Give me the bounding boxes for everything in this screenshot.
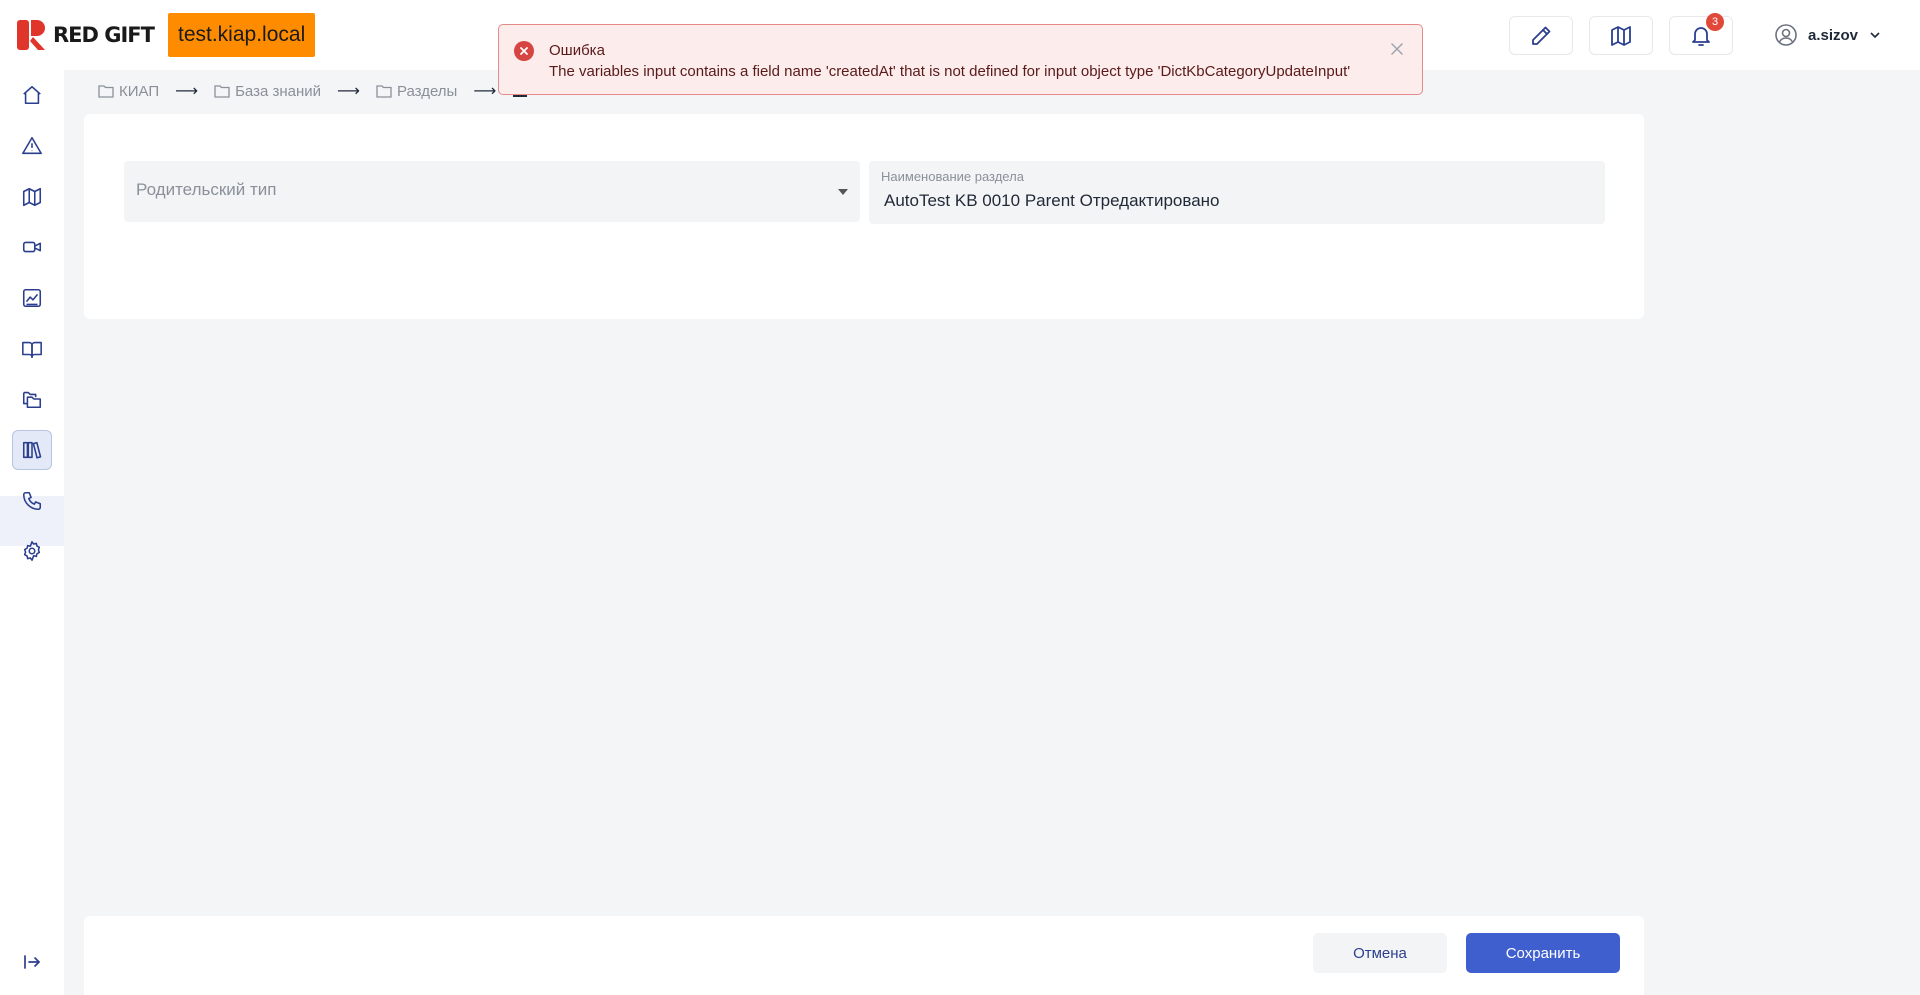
expand-sidebar-button[interactable] <box>12 942 52 982</box>
breadcrumb-item-knowledge-base[interactable]: База знаний <box>214 83 321 100</box>
breadcrumb-label: База знаний <box>235 82 322 100</box>
sidebar-item-incidents[interactable] <box>12 126 52 166</box>
breadcrumb-item-kiap[interactable]: КИАП <box>98 83 159 100</box>
sidebar-item-knowledge[interactable] <box>12 329 52 369</box>
sidebar-item-documents[interactable] <box>12 379 52 419</box>
chevron-down-icon <box>1870 32 1880 39</box>
error-icon <box>514 41 534 61</box>
breadcrumb-item-sections[interactable]: Разделы <box>376 83 457 100</box>
notifications-button[interactable]: 3 <box>1669 13 1733 55</box>
breadcrumb-arrow-icon: ⟶ <box>473 83 497 100</box>
toast-title: Ошибка <box>549 42 605 59</box>
edit-button[interactable] <box>1509 16 1573 55</box>
sidebar-item-map[interactable] <box>12 177 52 217</box>
breadcrumb-label: Разделы <box>396 82 458 100</box>
breadcrumb-arrow-icon: ⟶ <box>337 83 360 100</box>
breadcrumb: КИАП ⟶ База знаний ⟶ Разделы ⟶ <box>98 82 528 100</box>
breadcrumb-arrow-icon: ⟶ <box>175 83 199 100</box>
caret-down-icon <box>838 189 848 195</box>
video-icon <box>22 241 42 253</box>
logo[interactable]: RED GIFT <box>17 20 155 50</box>
home-icon <box>23 85 41 105</box>
parent-type-placeholder: Родительский тип <box>136 180 277 199</box>
sidebar-item-phone[interactable] <box>12 481 52 521</box>
close-toast-button[interactable] <box>1387 39 1407 59</box>
close-icon <box>1391 43 1403 55</box>
sidebar <box>0 70 64 995</box>
sidebar-item-analytics[interactable] <box>12 278 52 318</box>
phone-icon <box>22 491 42 511</box>
section-form-card: Родительский тип Наименование раздела <box>84 114 1644 319</box>
notification-count-badge: 3 <box>1706 13 1724 31</box>
form-footer: Отмена Сохранить <box>84 916 1644 995</box>
expand-sidebar-icon <box>24 955 40 969</box>
sidebar-item-video[interactable] <box>12 227 52 267</box>
red-gift-logo-icon <box>17 20 45 50</box>
folder-icon <box>376 85 392 98</box>
map-button[interactable] <box>1589 16 1653 55</box>
cancel-button[interactable]: Отмена <box>1313 933 1447 973</box>
gear-icon <box>23 541 41 561</box>
toast-message: The variables input contains a field nam… <box>549 63 1351 80</box>
parent-type-select[interactable]: Родительский тип <box>124 161 860 222</box>
chart-icon <box>22 288 42 308</box>
section-name-input[interactable] <box>884 189 1584 213</box>
folder-icon <box>214 85 230 98</box>
section-name-label: Наименование раздела <box>881 169 1024 184</box>
sidebar-item-settings[interactable] <box>12 531 52 571</box>
library-icon <box>22 441 42 459</box>
alert-triangle-icon <box>22 136 42 155</box>
breadcrumb-label: КИАП <box>119 82 160 100</box>
user-menu[interactable]: a.sizov <box>1774 20 1882 50</box>
map-icon <box>1611 25 1631 46</box>
map-icon <box>22 187 42 207</box>
folders-icon <box>22 391 42 409</box>
book-open-icon <box>22 341 42 359</box>
section-name-field[interactable]: Наименование раздела <box>869 161 1605 224</box>
sidebar-item-home[interactable] <box>12 75 52 115</box>
pencil-icon <box>1532 26 1551 45</box>
save-button[interactable]: Сохранить <box>1466 933 1620 973</box>
environment-badge: test.kiap.local <box>168 13 316 57</box>
sidebar-item-library[interactable] <box>12 430 52 470</box>
folder-icon <box>98 85 114 98</box>
logo-text: RED GIFT <box>53 23 155 47</box>
user-avatar-icon <box>1775 24 1797 46</box>
username: a.sizov <box>1808 26 1859 44</box>
error-toast: Ошибка The variables input contains a fi… <box>498 24 1423 95</box>
